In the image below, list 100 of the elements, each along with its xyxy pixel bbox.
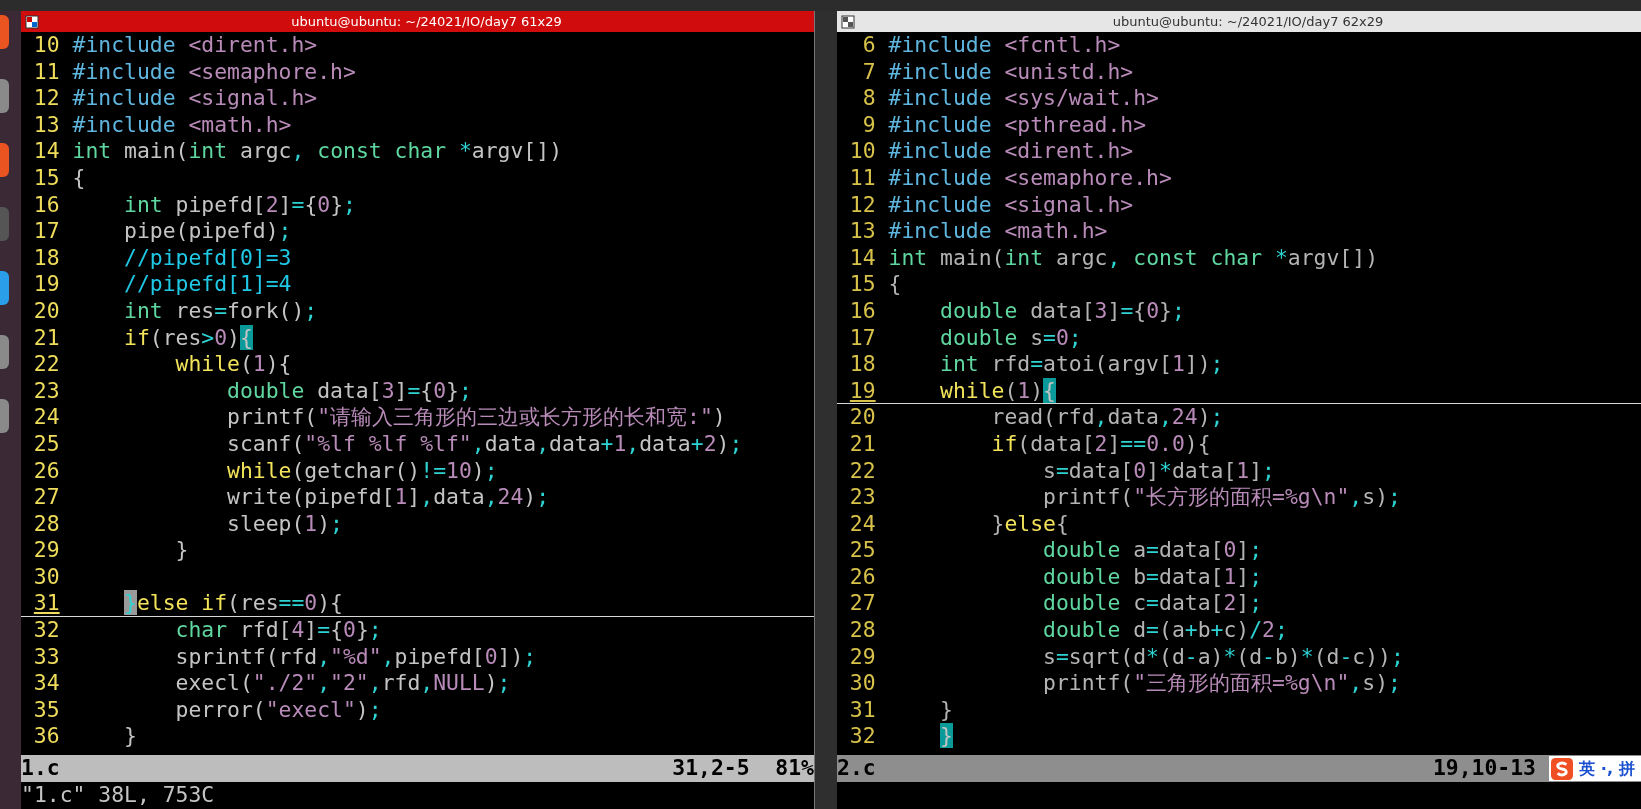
app-icon[interactable] [0,335,9,369]
code-text: (a [1159,617,1185,643]
code-text: pipefd[ [175,191,266,217]
operator: ; [497,670,511,696]
punctuation-mode[interactable]: ·, [1600,756,1613,782]
file-name: 2.c [837,755,877,783]
line-number: 23 [848,484,876,511]
code-text: ]) [1184,351,1211,377]
code-text: ] [394,377,408,403]
preprocessor-keyword: #include [72,58,176,84]
operator: = [1055,643,1069,669]
operator: , [1349,670,1363,696]
string-literal: "2" [330,670,369,696]
string-literal: "长方形的面积=%g\n" [1133,484,1350,510]
string-literal: <signal.h> [188,85,318,111]
type-keyword: double [940,297,1018,323]
code-text: } [355,617,369,643]
type-keyword: int [888,244,928,270]
window-title: ubuntu@ubuntu: ~/24021/IO/day7 62x29 [1111,14,1385,29]
preprocessor-keyword: #include [888,191,992,217]
code-text: ){ [317,590,343,616]
line-number: 29 [848,643,876,671]
code-text: b) [1274,643,1301,669]
number-literal: 3 [381,377,395,403]
line-number: 30 [848,670,876,697]
line-number: 26 [848,563,876,591]
string-literal: "execl" [265,696,356,722]
operator: ; [304,297,318,323]
code-text: perror( [175,696,266,722]
app-icon[interactable] [0,143,9,177]
code-text: { [304,191,318,217]
line-number: 22 [32,351,60,378]
pinyin-mode[interactable]: 拼 [1619,756,1635,782]
string-literal: <unistd.h> [1004,58,1134,84]
operator: == [278,590,305,616]
number-literal: NULL [433,670,485,696]
code-text: { [420,377,434,403]
string-literal: <math.h> [188,111,292,137]
line-number: 17 [848,324,876,352]
line-number: 20 [848,404,876,431]
line-number: 18 [848,351,876,378]
operator: , [1094,404,1108,430]
app-icon[interactable] [0,79,9,113]
line-number: 10 [32,32,60,59]
input-mode[interactable]: 英 [1578,756,1595,782]
operator: ; [1210,404,1224,430]
code-text: d [1133,617,1147,643]
operator: = [1120,297,1134,323]
code-text: ] [1146,457,1159,483]
operator: * [458,138,472,164]
code-text: ] [1107,430,1121,456]
string-literal: <signal.h> [1004,191,1134,217]
code-text: pipefd[ [394,643,485,669]
line-number: 24 [848,510,876,538]
command-line-message: "1.c" 38L, 753C [21,782,215,808]
code-text: } [330,191,344,217]
type-keyword: char [1210,244,1263,270]
code-text: write(pipefd[ [227,484,395,510]
code-text: ){ [265,351,292,377]
code-text: } [124,723,137,749]
line-number: 14 [32,138,60,165]
number-literal: 0 [343,617,356,643]
operator: = [1043,324,1056,350]
operator: = [291,191,305,217]
control-keyword: if [991,430,1018,456]
window-title: ubuntu@ubuntu: ~/24021/IO/day7 61x29 [290,14,563,29]
type-keyword: double [227,377,305,403]
type-keyword: const [1133,244,1198,270]
app-icon[interactable] [0,15,9,49]
code-text: ) [1030,377,1044,403]
code-text: ) [317,510,331,536]
operator: , [471,430,485,456]
code-text: ) [227,324,240,350]
operator: , [1158,404,1172,430]
code-text: printf( [1043,484,1134,510]
operator: = [214,297,228,323]
code-text: ] [1236,537,1250,563]
line-number: 7 [861,58,876,86]
operator: = [1146,537,1159,563]
code-text: argv[]) [471,138,562,164]
control-keyword: else [1004,510,1056,536]
code-text: s [1043,643,1056,669]
control-keyword: while [940,377,1005,403]
code-text: s [1043,457,1056,483]
operator: ; [1249,537,1263,563]
cursor-position: 31,2-5 [672,755,751,783]
code-text: printf( [227,404,318,430]
line-number: 25 [32,430,60,458]
app-icon[interactable] [0,271,9,305]
line-number: 19 [848,377,876,404]
line-number: 13 [848,218,876,245]
code-text: data [484,430,537,456]
line-number: 15 [32,164,60,192]
input-method-logo-icon[interactable] [1550,757,1573,780]
string-literal: "./2" [252,670,318,696]
number-literal: 1 [304,510,318,536]
app-icon[interactable] [0,399,9,433]
code-text: ) [716,430,730,456]
window-menu-icon[interactable] [25,14,39,29]
operator: > [201,324,215,350]
